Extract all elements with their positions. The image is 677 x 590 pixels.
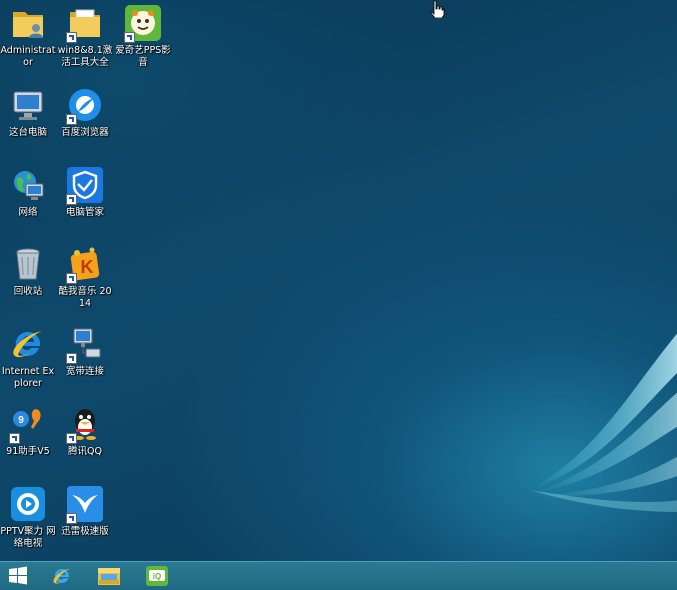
desktop-icon-xunlei[interactable]: 迅雷极速版 (56, 485, 114, 538)
windows-logo-icon (9, 566, 27, 585)
shortcut-arrow-icon (9, 433, 20, 444)
desktop-icon-pc-manager[interactable]: 电脑管家 (56, 166, 114, 219)
shortcut-arrow-icon (66, 273, 77, 284)
icon-label: 这台电脑 (8, 127, 47, 138)
icon-label: PPTV聚力 网络电视 (0, 526, 56, 549)
file-explorer-folder-icon (98, 568, 120, 585)
internet-explorer-icon (53, 568, 71, 584)
shortcut-arrow-icon (66, 114, 77, 125)
desktop-icon-baidu-browser[interactable]: 百度浏览器 (56, 86, 114, 139)
computer-icon (13, 91, 43, 120)
desktop-icon-this-pc[interactable]: 这台电脑 (0, 86, 57, 139)
shortcut-arrow-icon (66, 353, 77, 364)
pptv-icon (11, 487, 45, 521)
desktop-icon-recycle-bin[interactable]: 回收站 (0, 245, 57, 298)
desktop-icon-activation-tools[interactable]: win8&8.1激活工具大全 (56, 4, 114, 69)
icon-label: 网络 (18, 207, 38, 218)
internet-explorer-icon (13, 331, 43, 358)
icon-label: 回收站 (13, 286, 43, 297)
svg-text:K: K (81, 257, 94, 277)
icon-label: 迅雷极速版 (61, 526, 109, 537)
shortcut-arrow-icon (66, 32, 77, 43)
hand-cursor-icon (430, 0, 445, 18)
icon-label: Internet Explorer (1, 366, 55, 389)
desktop-icon-91-assistant[interactable]: 9 91助手V5 (0, 405, 57, 458)
icon-label: win8&8.1激活工具大全 (57, 45, 113, 68)
iqiyi-icon: iQ (146, 566, 168, 586)
icon-label: 腾讯QQ (68, 446, 102, 457)
icon-label: 电脑管家 (65, 207, 104, 218)
shortcut-arrow-icon (124, 32, 135, 43)
network-globe-icon (14, 171, 44, 200)
desktop-icon-kuwo-music[interactable]: K 酷我音乐 2014 (56, 245, 114, 310)
icon-label: 宽带连接 (65, 366, 104, 377)
recycle-bin-icon (16, 248, 40, 280)
desktop-icon-iqiyi-pps[interactable]: 爱奇艺PPS影音 (114, 4, 172, 69)
taskbar-internet-explorer[interactable] (48, 564, 76, 588)
desktop-icon-administrator[interactable]: Administrator (0, 4, 57, 69)
taskbar-iqiyi[interactable]: iQ (143, 564, 171, 588)
user-folder-icon (13, 12, 43, 38)
icon-label: 百度浏览器 (61, 127, 109, 138)
taskbar-file-explorer[interactable] (95, 564, 123, 588)
desktop-icon-pptv[interactable]: PPTV聚力 网络电视 (0, 485, 57, 550)
start-button[interactable] (4, 564, 32, 588)
icon-label: 酷我音乐 2014 (58, 286, 112, 309)
desktop-icon-internet-explorer[interactable]: Internet Explorer (0, 325, 57, 390)
taskbar: iQ (0, 561, 677, 590)
desktop-icon-tencent-qq[interactable]: 腾讯QQ (56, 405, 114, 458)
wallpaper-light-beam (530, 333, 677, 512)
shortcut-arrow-icon (66, 194, 77, 205)
desktop-icon-broadband[interactable]: 宽带连接 (56, 325, 114, 378)
desktop-icon-network[interactable]: 网络 (0, 166, 57, 219)
shortcut-arrow-icon (66, 433, 77, 444)
svg-text:iQ: iQ (153, 572, 161, 581)
icon-label: Administrator (0, 45, 56, 68)
icon-label: 爱奇艺PPS影音 (115, 45, 171, 68)
shortcut-arrow-icon (66, 513, 77, 524)
desktop: Administrator 这台电脑 网络 回收站 Internet Explo… (0, 0, 677, 561)
svg-text:9: 9 (18, 415, 24, 426)
icon-label: 91助手V5 (6, 446, 50, 457)
